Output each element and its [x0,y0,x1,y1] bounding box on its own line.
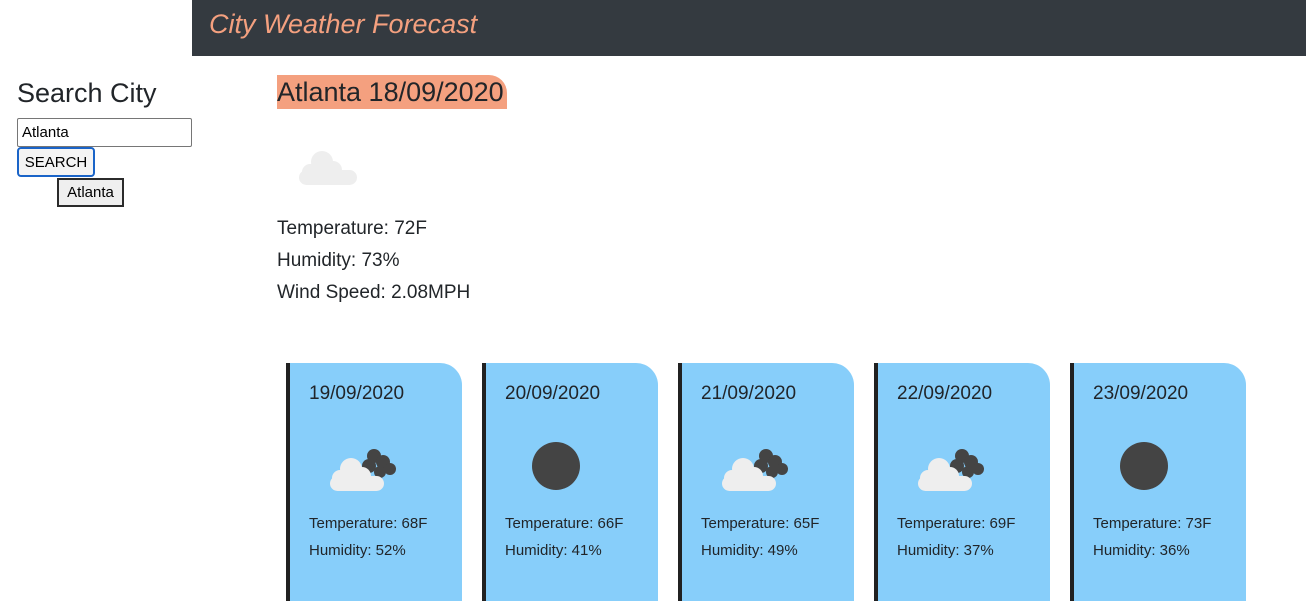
current-humidity: Humidity: 73% [277,250,400,271]
cloudy-icon [722,449,788,491]
app-title: City Weather Forecast [209,9,478,39]
forecast-date: 20/09/2020 [505,383,601,404]
search-input[interactable] [17,118,192,147]
current-temperature: Temperature: 72F [277,218,427,239]
history-city-button[interactable]: Atlanta [57,178,124,207]
navbar: City Weather Forecast [192,0,1306,56]
forecast-humidity: Humidity: 36% [1093,542,1190,559]
dark-circle-icon [532,442,580,490]
forecast-humidity: Humidity: 52% [309,542,406,559]
forecast-card: 23/09/2020 Temperature: 73F Humidity: 36… [1070,363,1246,601]
current-wind-speed: Wind Speed: 2.08MPH [277,282,471,303]
forecast-card: 21/09/2020 Temperature: 65F Humidity: 49… [678,363,854,601]
forecast-temperature: Temperature: 68F [309,515,428,532]
forecast-date: 23/09/2020 [1093,383,1189,404]
forecast-card: 22/09/2020 Temperature: 69F Humidity: 37… [874,363,1050,601]
cloudy-icon [918,449,984,491]
forecast-card: 19/09/2020 Temperature: 68F Humidity: 52… [286,363,462,601]
forecast-humidity: Humidity: 49% [701,542,798,559]
dark-circle-icon [1120,442,1168,490]
forecast-humidity: Humidity: 41% [505,542,602,559]
forecast-humidity: Humidity: 37% [897,542,994,559]
search-heading: Search City [17,78,157,108]
cloudy-icon [330,449,396,491]
forecast-temperature: Temperature: 73F [1093,515,1212,532]
cloud-icon [299,151,357,185]
forecast-temperature: Temperature: 69F [897,515,1016,532]
forecast-temperature: Temperature: 65F [701,515,820,532]
current-city-title: Atlanta 18/09/2020 [277,75,507,109]
forecast-temperature: Temperature: 66F [505,515,624,532]
forecast-date: 21/09/2020 [701,383,797,404]
search-button[interactable]: SEARCH [17,147,95,177]
forecast-date: 22/09/2020 [897,383,993,404]
forecast-date: 19/09/2020 [309,383,405,404]
forecast-card: 20/09/2020 Temperature: 66F Humidity: 41… [482,363,658,601]
